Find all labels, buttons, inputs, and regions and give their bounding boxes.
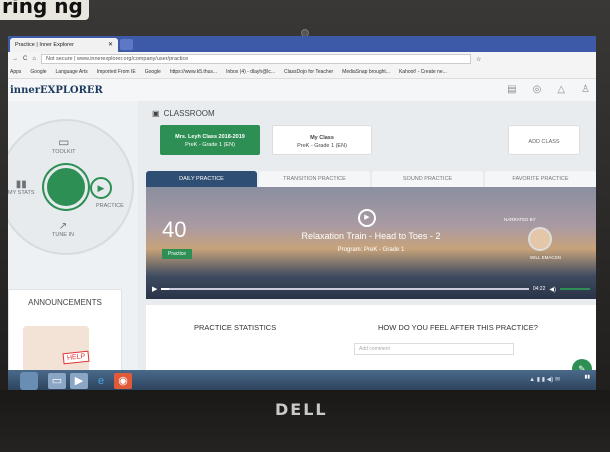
bookmark-item[interactable]: Google <box>30 69 46 75</box>
toolkit-nav[interactable]: ▭ TOOLKIT <box>52 135 75 155</box>
practice-statistics-label: PRACTICE STATISTICS <box>194 323 277 332</box>
volume-slider[interactable] <box>560 288 590 290</box>
media-icon[interactable]: ▶ <box>70 373 88 389</box>
ie-icon[interactable]: e <box>92 373 110 389</box>
school-icon[interactable]: ▤ <box>507 84 516 95</box>
left-panel: ▭ TOOLKIT ▮▮ MY STATS ▶ PRACTICE ↗ TUNE … <box>8 101 138 391</box>
tab-sound-practice[interactable]: SOUND PRACTICE <box>372 171 483 187</box>
narrator-avatar <box>528 227 552 251</box>
volume-icon[interactable]: ◀) <box>549 286 556 293</box>
add-class-button[interactable]: ADD CLASS <box>508 125 580 155</box>
system-tray[interactable]: ▲ ▮ ▮ ◀) ✉ <box>529 376 560 383</box>
briefcase-icon: ▭ <box>58 135 70 149</box>
video-player[interactable]: 40 Practice ▶ Relaxation Train - Head to… <box>146 187 596 299</box>
bookmark-item[interactable]: Inbox (4) - dlayh@lc... <box>226 69 275 75</box>
class-grade: PreK - Grade 1 (EN) <box>185 142 235 148</box>
reload-icon[interactable]: C <box>23 56 27 62</box>
bookmark-item[interactable]: ClassDojo for Teacher <box>284 69 333 75</box>
tune-in-nav[interactable]: ↗ TUNE IN <box>52 221 74 238</box>
user-icon[interactable]: ♙ <box>581 84 590 95</box>
bookmark-item[interactable]: Apps <box>10 69 21 75</box>
start-button[interactable] <box>20 372 38 390</box>
practice-count: 40 <box>162 217 187 242</box>
bookmark-item[interactable]: Imported From IE <box>97 69 136 75</box>
share-icon: ↗ <box>58 221 68 232</box>
narrator-name: WILL EMACSN <box>530 255 561 260</box>
url-field[interactable]: Not secure | www.innerexplorer.org/compa… <box>40 54 471 64</box>
classroom-icon: ▣ <box>152 109 160 118</box>
bookmark-item[interactable]: MediaSnap brought... <box>342 69 390 75</box>
brand-logo: DELL <box>275 400 328 419</box>
class-name: Mrs. Leyh Class 2018-2019 <box>175 134 245 140</box>
comment-input[interactable]: Add comment <box>354 343 514 355</box>
folder-icon[interactable]: ▭ <box>48 373 66 389</box>
screen: Practice | Inner Explorer ✕ → C ⌂ Not se… <box>8 36 596 392</box>
chrome-icon[interactable]: ◉ <box>114 373 132 389</box>
video-time: 04:22 <box>532 286 546 292</box>
practice-play-icon[interactable]: ▶ <box>90 177 112 199</box>
bell-icon[interactable]: △ <box>557 84 565 95</box>
classroom-title: CLASSROOM <box>163 109 215 118</box>
new-tab-button[interactable] <box>120 39 133 50</box>
tab-title: Practice | Inner Explorer <box>15 42 74 48</box>
tune-in-label: TUNE IN <box>52 232 74 238</box>
narrated-by-label: NARRATED BY <box>504 217 536 222</box>
play-icon[interactable]: ▶ <box>358 209 376 227</box>
taskbar: ▭ ▶ e ◉ ▲ ▮ ▮ ◀) ✉ ▮▮ <box>8 370 596 392</box>
practice-badge: Practice <box>162 249 193 259</box>
caption-text: ring ng <box>0 0 89 20</box>
my-stats-nav[interactable]: ▮▮ MY STATS <box>8 179 35 196</box>
address-bar: → C ⌂ Not secure | www.innerexplorer.org… <box>8 52 596 66</box>
practice-label[interactable]: PRACTICE <box>96 203 124 209</box>
tab-transition-practice[interactable]: TRANSITION PRACTICE <box>259 171 370 187</box>
browser-tabbar: Practice | Inner Explorer ✕ <box>8 36 596 52</box>
bookmarks-bar: Apps Google Language Arts Imported From … <box>8 66 596 79</box>
play-icon[interactable]: ▶ <box>152 285 157 293</box>
video-program: Program: PreK - Grade 1 <box>337 247 405 253</box>
feel-question: HOW DO YOU FEEL AFTER THIS PRACTICE? <box>378 323 538 332</box>
back-icon[interactable]: → <box>12 56 18 62</box>
logo[interactable]: innerEXPLORER <box>10 85 103 96</box>
announcements-title: ANNOUNCEMENTS <box>28 298 102 307</box>
video-controls: ▶ 04:22 ◀) <box>152 285 590 293</box>
bookmark-item[interactable]: Google <box>145 69 161 75</box>
app-header: innerEXPLORER ▤ ◎ △ ♙ <box>8 79 596 101</box>
home-icon[interactable]: ⌂ <box>32 56 36 62</box>
class-card-selected[interactable]: Mrs. Leyh Class 2018-2019 PreK - Grade 1… <box>160 125 260 155</box>
seek-bar[interactable] <box>161 288 529 290</box>
classroom-header: ▣ CLASSROOM <box>152 109 215 118</box>
bookmark-item[interactable]: Kahoot! - Create ne... <box>399 69 447 75</box>
tab-favorite-practice[interactable]: FAVORITE PRACTICE <box>485 171 596 187</box>
main-content: ▣ CLASSROOM Mrs. Leyh Class 2018-2019 Pr… <box>146 101 596 391</box>
practice-tabs: DAILY PRACTICE TRANSITION PRACTICE SOUND… <box>146 171 596 187</box>
bookmark-item[interactable]: Language Arts <box>56 69 88 75</box>
nav-wheel: ▭ TOOLKIT ▮▮ MY STATS ▶ PRACTICE ↗ TUNE … <box>8 119 134 255</box>
video-title: Relaxation Train - Head to Toes - 2 <box>301 231 441 241</box>
class-card[interactable]: My Class PreK - Grade 1 (EN) <box>272 125 372 155</box>
clock[interactable]: ▮▮ <box>584 374 590 380</box>
star-icon[interactable]: ☆ <box>476 56 481 63</box>
browser-tab[interactable]: Practice | Inner Explorer ✕ <box>10 38 118 52</box>
close-icon[interactable]: ✕ <box>108 41 113 48</box>
bar-chart-icon: ▮▮ <box>15 179 27 190</box>
wheel-hub[interactable] <box>44 165 88 209</box>
tab-daily-practice[interactable]: DAILY PRACTICE <box>146 171 257 187</box>
class-grade: PreK - Grade 1 (EN) <box>297 143 347 149</box>
class-name: My Class <box>310 135 334 141</box>
bookmark-item[interactable]: https://www.k5.thus... <box>170 69 217 75</box>
chat-icon[interactable]: ◎ <box>533 84 542 95</box>
my-stats-label: MY STATS <box>8 190 35 196</box>
toolkit-label: TOOLKIT <box>52 149 76 155</box>
